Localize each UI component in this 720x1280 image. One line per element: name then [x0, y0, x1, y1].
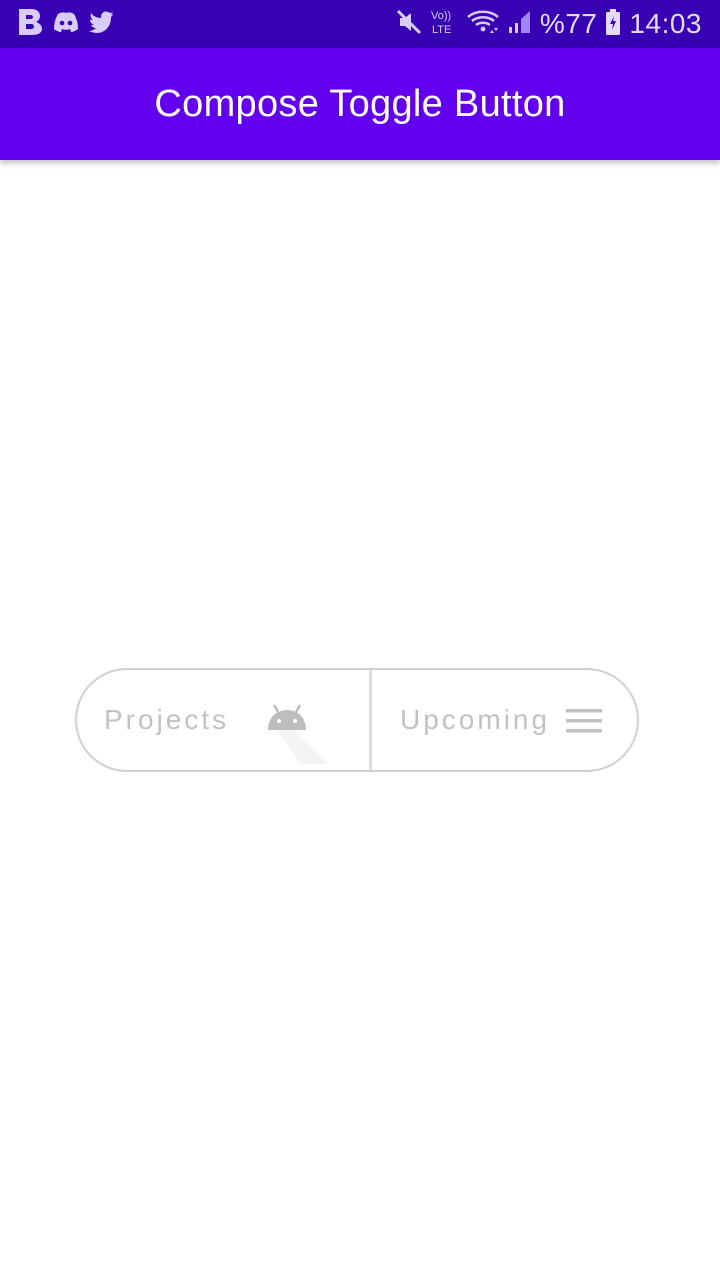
toggle-projects-label: Projects	[104, 704, 230, 735]
discord-icon	[52, 10, 80, 39]
toggle-upcoming[interactable]: Upcoming	[372, 670, 637, 770]
app-bar: Compose Toggle Button	[0, 48, 720, 160]
volte-icon: Vo)) LTE	[430, 7, 458, 42]
toggle-projects[interactable]: Projects	[77, 670, 369, 770]
status-bar-right: Vo)) LTE %77 14:03	[396, 6, 702, 42]
signal-icon	[508, 9, 532, 40]
b-icon	[16, 7, 44, 42]
status-bar-left	[16, 8, 116, 40]
toggle-button-group: Projects Upcoming	[75, 668, 639, 772]
wifi-icon	[466, 9, 500, 40]
twitter-icon	[88, 10, 116, 39]
status-bar: Vo)) LTE %77 14:03	[0, 0, 720, 48]
battery-icon	[605, 8, 621, 41]
battery-percent: %77	[539, 8, 598, 39]
volte-label-bottom: LTE	[432, 24, 451, 36]
android-icon	[265, 704, 329, 764]
mute-icon	[396, 9, 422, 40]
clock: 14:03	[629, 8, 702, 39]
app-title: Compose Toggle Button	[154, 82, 566, 125]
volte-label-top: Vo))	[431, 10, 451, 22]
toggle-upcoming-label: Upcoming	[400, 704, 551, 735]
menu-icon	[566, 708, 602, 734]
